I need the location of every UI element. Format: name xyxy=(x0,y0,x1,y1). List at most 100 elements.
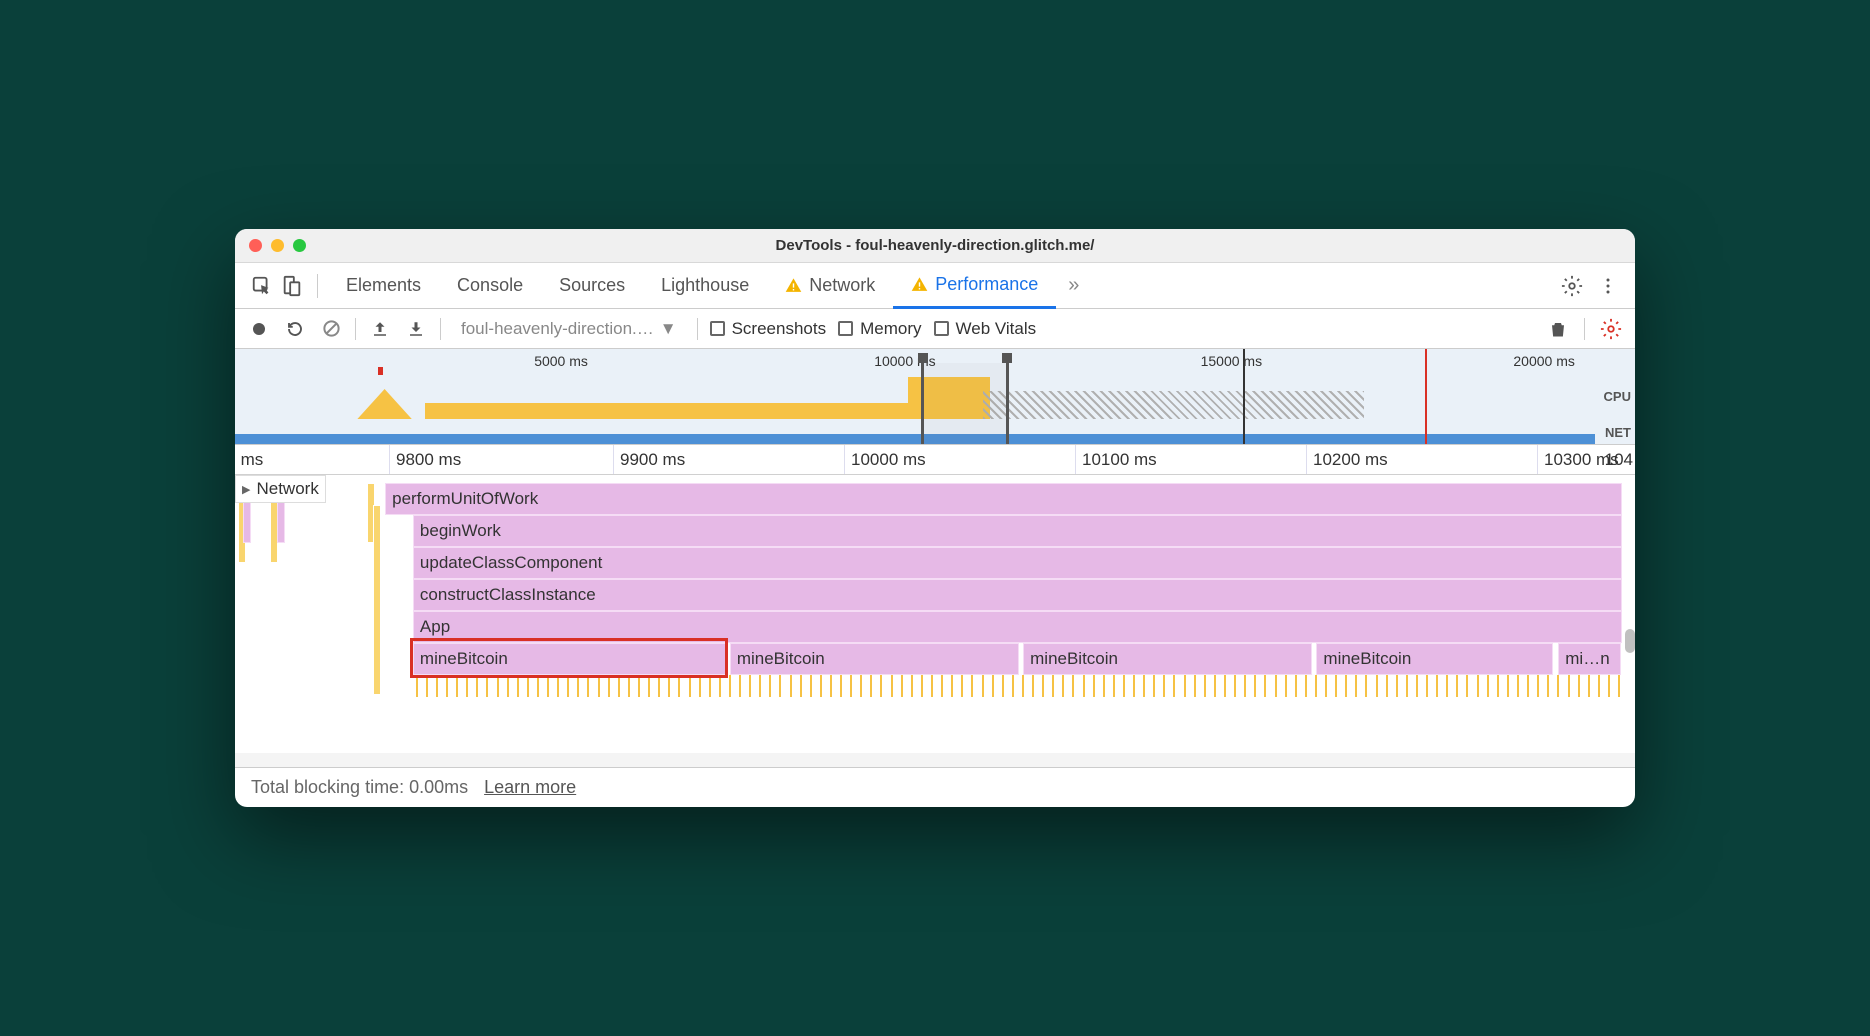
tick-mark xyxy=(709,675,711,697)
settings-gear-icon[interactable] xyxy=(1557,271,1587,301)
tick-mark xyxy=(547,675,549,697)
time-label: 5000 ms xyxy=(534,353,588,369)
kebab-menu-icon[interactable] xyxy=(1593,271,1623,301)
tick-mark xyxy=(1416,675,1418,697)
learn-more-link[interactable]: Learn more xyxy=(484,777,576,798)
tick-mark xyxy=(1214,675,1216,697)
reload-button[interactable] xyxy=(283,317,307,341)
cpu-spike xyxy=(357,389,411,419)
flame-row-minebitcoin[interactable]: mineBitcoin xyxy=(1316,643,1552,675)
tick-mark xyxy=(678,675,680,697)
record-button[interactable] xyxy=(247,317,271,341)
overview-timeline[interactable]: 5000 ms 10000 ms 15000 ms 20000 ms CPU N… xyxy=(235,349,1635,445)
recording-select[interactable]: foul-heavenly-direction.… ▼ xyxy=(453,317,685,341)
tab-elements[interactable]: Elements xyxy=(328,263,439,309)
tick-mark xyxy=(1365,675,1367,697)
tick-mark xyxy=(1568,675,1570,697)
tick-mark xyxy=(1386,675,1388,697)
upload-icon[interactable] xyxy=(368,317,392,341)
tick-mark xyxy=(577,675,579,697)
flame-rows: performUnitOfWork beginWork updateClassC… xyxy=(235,475,1625,753)
overview-marker xyxy=(1425,349,1427,444)
flame-row[interactable]: performUnitOfWork xyxy=(385,483,1622,515)
timeline-ruler[interactable]: ms 9800 ms 9900 ms 10000 ms 10100 ms 102… xyxy=(235,445,1635,475)
tick-mark xyxy=(598,675,600,697)
net-activity-bar xyxy=(235,434,1595,444)
clear-button[interactable] xyxy=(319,317,343,341)
minimize-icon[interactable] xyxy=(271,239,284,252)
tick-mark xyxy=(1244,675,1246,697)
tick-mark xyxy=(1062,675,1064,697)
tick-mark xyxy=(1517,675,1519,697)
tick-mark xyxy=(658,675,660,697)
tab-performance[interactable]: Performance xyxy=(893,263,1056,309)
close-icon[interactable] xyxy=(249,239,262,252)
tick-mark xyxy=(1052,675,1054,697)
tick-mark xyxy=(1527,675,1529,697)
tick-mark xyxy=(1406,675,1408,697)
tick-mark xyxy=(1032,675,1034,697)
flame-row-minebitcoin[interactable]: mineBitcoin xyxy=(413,643,726,675)
tick-mark xyxy=(769,675,771,697)
vertical-scrollbar[interactable] xyxy=(1625,629,1635,653)
tick-mark xyxy=(1598,675,1600,697)
tick-mark xyxy=(1456,675,1458,697)
tick-mark xyxy=(1083,675,1085,697)
tick-mark xyxy=(446,675,448,697)
overview-selection[interactable] xyxy=(921,363,1009,444)
tick-mark xyxy=(1113,675,1115,697)
tab-network[interactable]: Network xyxy=(767,263,893,309)
tick-mark xyxy=(729,675,731,697)
network-track-header[interactable]: ▶ Network xyxy=(235,475,326,503)
flame-row-minebitcoin[interactable]: mi…n xyxy=(1558,643,1621,675)
tab-lighthouse[interactable]: Lighthouse xyxy=(643,263,767,309)
download-icon[interactable] xyxy=(404,317,428,341)
flame-row[interactable]: constructClassInstance xyxy=(413,579,1622,611)
tick-mark xyxy=(689,675,691,697)
tab-console[interactable]: Console xyxy=(439,263,541,309)
frame-label: performUnitOfWork xyxy=(392,489,538,509)
tick-mark xyxy=(790,675,792,697)
flame-row-minebitcoin[interactable]: mineBitcoin xyxy=(1023,643,1312,675)
ruler-tick: 10200 ms xyxy=(1313,450,1388,470)
tick-mark xyxy=(1355,675,1357,697)
tick-mark xyxy=(1325,675,1327,697)
device-toggle-icon[interactable] xyxy=(277,271,307,301)
tick-mark xyxy=(1103,675,1105,697)
flame-row[interactable]: App xyxy=(413,611,1622,643)
trash-icon[interactable] xyxy=(1546,317,1570,341)
ruler-mark xyxy=(1075,445,1076,474)
tick-mark xyxy=(971,675,973,697)
flame-row[interactable]: updateClassComponent xyxy=(413,547,1622,579)
webvitals-checkbox[interactable]: Web Vitals xyxy=(934,319,1037,339)
ruler-mark xyxy=(1537,445,1538,474)
tick-mark xyxy=(618,675,620,697)
memory-checkbox[interactable]: Memory xyxy=(838,319,921,339)
inspect-icon[interactable] xyxy=(247,271,277,301)
tick-mark xyxy=(1123,675,1125,697)
tick-mark xyxy=(486,675,488,697)
tick-mark xyxy=(800,675,802,697)
maximize-icon[interactable] xyxy=(293,239,306,252)
flame-row-minebitcoin[interactable]: mineBitcoin xyxy=(730,643,1019,675)
frame-label: mineBitcoin xyxy=(1323,649,1411,669)
warning-icon xyxy=(911,276,928,293)
tick-mark xyxy=(820,675,822,697)
screenshots-checkbox[interactable]: Screenshots xyxy=(710,319,827,339)
more-tabs-chevron-icon[interactable]: » xyxy=(1056,274,1091,297)
tick-mark xyxy=(1547,675,1549,697)
frame-label: mi…n xyxy=(1565,649,1609,669)
tab-label: Lighthouse xyxy=(661,275,749,296)
flame-row[interactable]: beginWork xyxy=(413,515,1622,547)
tick-mark xyxy=(436,675,438,697)
tab-sources[interactable]: Sources xyxy=(541,263,643,309)
tick-mark xyxy=(1507,675,1509,697)
tick-mark xyxy=(1315,675,1317,697)
tab-label: Console xyxy=(457,275,523,296)
separator xyxy=(317,274,318,298)
flame-sliver[interactable] xyxy=(373,505,381,695)
flame-chart[interactable]: ▶ Network performUnitOfWork beginWork up… xyxy=(235,475,1635,767)
capture-settings-gear-icon[interactable] xyxy=(1599,317,1623,341)
checkbox-label: Memory xyxy=(860,319,921,339)
tick-mark xyxy=(1275,675,1277,697)
